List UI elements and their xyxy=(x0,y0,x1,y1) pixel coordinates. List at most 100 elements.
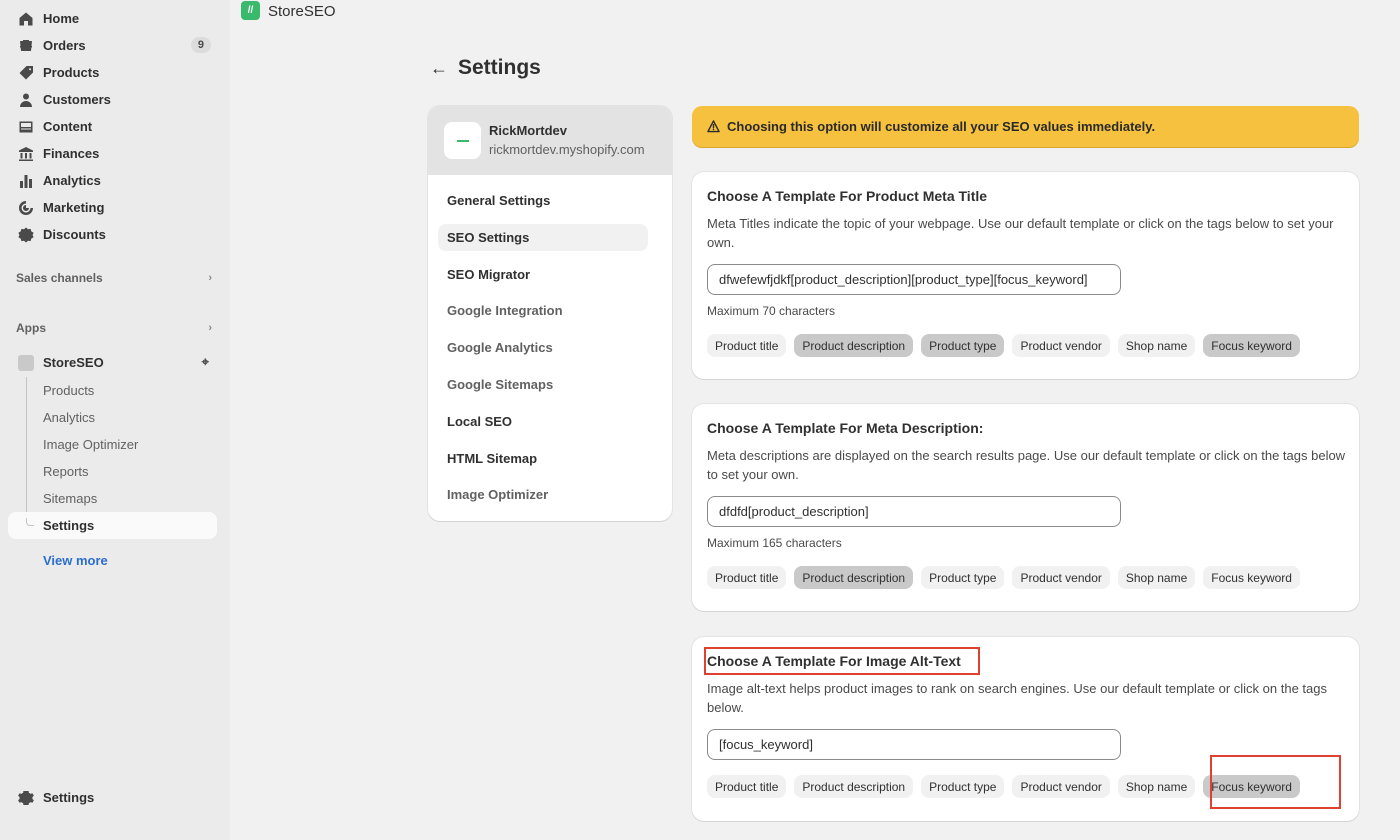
sidebar-item-label: Analytics xyxy=(43,173,101,188)
storeseo-logo: // xyxy=(241,1,260,20)
storeseo-app-icon xyxy=(18,354,34,371)
home-icon xyxy=(18,11,34,27)
app-title: StoreSEO xyxy=(268,3,336,20)
sidebar-item-content[interactable]: Content xyxy=(8,113,217,140)
tag-product-vendor[interactable]: Product vendor xyxy=(1012,775,1110,798)
menu-item-general-settings[interactable]: General Settings xyxy=(438,187,648,214)
apps-header[interactable]: Apps › xyxy=(16,321,212,335)
menu-item-html-sitemap[interactable]: HTML Sitemap xyxy=(438,445,648,472)
bank-icon xyxy=(18,146,34,162)
sidebar-item-home[interactable]: Home xyxy=(8,5,217,32)
sidebar-subitem-image-optimizer[interactable]: Image Optimizer xyxy=(43,437,138,452)
menu-item-google-analytics[interactable]: Google Analytics xyxy=(438,334,648,361)
tree-hook xyxy=(26,518,34,526)
sidebar-item-label: Orders xyxy=(43,38,86,53)
store-url: rickmortdev.myshopify.com xyxy=(489,142,645,157)
store-header: RickMortdev rickmortdev.myshopify.com xyxy=(428,106,672,175)
tag-product-description[interactable]: Product description xyxy=(794,334,914,357)
sidebar-item-customers[interactable]: Customers xyxy=(8,86,217,113)
tag-product-type[interactable]: Product type xyxy=(921,775,1005,798)
tag-product-title[interactable]: Product title xyxy=(707,566,787,589)
sales-channels-label: Sales channels xyxy=(16,271,103,285)
meta-description-card: Choose A Template For Meta Description: … xyxy=(692,404,1359,611)
gear-icon xyxy=(18,790,34,806)
chevron-right-icon: › xyxy=(208,322,212,334)
tag-shop-name[interactable]: Shop name xyxy=(1117,775,1196,798)
meta-title-input[interactable] xyxy=(707,264,1121,295)
tag-icon xyxy=(18,65,34,81)
tag-shop-name[interactable]: Shop name xyxy=(1117,334,1196,357)
person-icon xyxy=(18,92,34,108)
meta-title-card: Choose A Template For Product Meta Title… xyxy=(692,172,1359,379)
content-icon xyxy=(18,119,34,135)
orders-count-badge: 9 xyxy=(190,37,211,53)
sidebar-item-label: Marketing xyxy=(43,200,105,215)
sidebar-item-products[interactable]: Products xyxy=(8,59,217,86)
apps-label: Apps xyxy=(16,321,46,335)
sidebar-subitem-analytics[interactable]: Analytics xyxy=(43,410,95,425)
sidebar-item-finances[interactable]: Finances xyxy=(8,140,217,167)
sidebar-app-storeseo[interactable]: StoreSEO ⌖ xyxy=(8,349,217,376)
card-title: Choose A Template For Meta Description: xyxy=(707,420,984,436)
sidebar-subitem-reports[interactable]: Reports xyxy=(43,464,89,479)
menu-item-seo-migrator[interactable]: SEO Migrator xyxy=(438,261,648,288)
store-avatar xyxy=(444,122,481,159)
sidebar-item-orders[interactable]: Orders 9 xyxy=(8,32,217,59)
orders-icon xyxy=(18,38,34,54)
alt-text-input[interactable] xyxy=(707,729,1121,760)
app-name: StoreSEO xyxy=(43,355,104,370)
chevron-right-icon: › xyxy=(208,272,212,284)
warning-icon xyxy=(707,120,720,133)
sidebar-subitem-settings[interactable] xyxy=(8,512,217,539)
banner-text: Choosing this option will customize all … xyxy=(727,119,1156,134)
tag-row: Product title Product description Product … xyxy=(707,334,1300,357)
sales-channels-header[interactable]: Sales channels › xyxy=(16,271,212,285)
sidebar-item-label: Discounts xyxy=(43,227,106,242)
target-icon xyxy=(18,200,34,216)
menu-item-local-seo[interactable]: Local SEO xyxy=(438,408,648,435)
tag-shop-name[interactable]: Shop name xyxy=(1117,566,1196,589)
menu-item-seo-settings[interactable]: SEO Settings xyxy=(438,223,648,251)
char-limit-hint: Maximum 165 characters xyxy=(707,536,842,550)
sidebar-item-label: Content xyxy=(43,119,93,134)
sidebar: Home Orders 9 Products Customers Content Finan… xyxy=(0,0,230,840)
pin-icon[interactable]: ⌖ xyxy=(202,354,209,370)
sidebar-subitem-settings-label: Settings xyxy=(43,518,95,533)
sidebar-subitem-sitemaps[interactable]: Sitemaps xyxy=(43,491,97,506)
menu-item-google-integration[interactable]: Google Integration xyxy=(438,297,648,324)
tag-product-vendor[interactable]: Product vendor xyxy=(1012,566,1110,589)
sidebar-item-analytics[interactable]: Analytics xyxy=(8,167,217,194)
tag-focus-keyword[interactable]: Focus keyword xyxy=(1203,566,1300,589)
tag-product-title[interactable]: Product title xyxy=(707,775,787,798)
highlight-box xyxy=(704,647,980,675)
back-arrow-icon[interactable]: ← xyxy=(430,58,448,79)
sidebar-subitem-products[interactable]: Products xyxy=(43,383,94,398)
tag-product-vendor[interactable]: Product vendor xyxy=(1012,334,1110,357)
menu-item-google-sitemaps[interactable]: Google Sitemaps xyxy=(438,371,648,398)
sidebar-item-settings[interactable]: Settings xyxy=(8,784,217,811)
highlight-box xyxy=(1210,755,1341,809)
menu-item-image-optimizer[interactable]: Image Optimizer xyxy=(438,481,648,508)
sidebar-item-label: Customers xyxy=(43,92,111,107)
tag-focus-keyword[interactable]: Focus keyword xyxy=(1203,334,1300,357)
tag-product-type[interactable]: Product type xyxy=(921,566,1005,589)
card-description: Meta Titles indicate the topic of your w… xyxy=(707,216,1334,250)
tag-product-type[interactable]: Product type xyxy=(921,334,1005,357)
card-description: Meta descriptions are displayed on the s… xyxy=(707,448,1346,482)
store-name: RickMortdev xyxy=(489,123,568,138)
sidebar-item-marketing[interactable]: Marketing xyxy=(8,194,217,221)
meta-description-input[interactable] xyxy=(707,496,1121,527)
bar-chart-icon xyxy=(18,173,34,189)
settings-menu-card: RickMortdev rickmortdev.myshopify.com Ge… xyxy=(428,106,672,521)
sidebar-item-label: Settings xyxy=(43,790,95,805)
sidebar-item-discounts[interactable]: Discounts xyxy=(8,221,217,248)
sidebar-item-label: Finances xyxy=(43,146,100,161)
char-limit-hint: Maximum 70 characters xyxy=(707,304,836,318)
tag-product-description[interactable]: Product description xyxy=(794,566,914,589)
sidebar-item-label: Products xyxy=(43,65,100,80)
tag-row: Product title Product description Product … xyxy=(707,566,1300,589)
view-more-link[interactable]: View more xyxy=(43,553,108,568)
sidebar-item-label: Home xyxy=(43,11,80,26)
tag-product-description[interactable]: Product description xyxy=(794,775,914,798)
tag-product-title[interactable]: Product title xyxy=(707,334,787,357)
